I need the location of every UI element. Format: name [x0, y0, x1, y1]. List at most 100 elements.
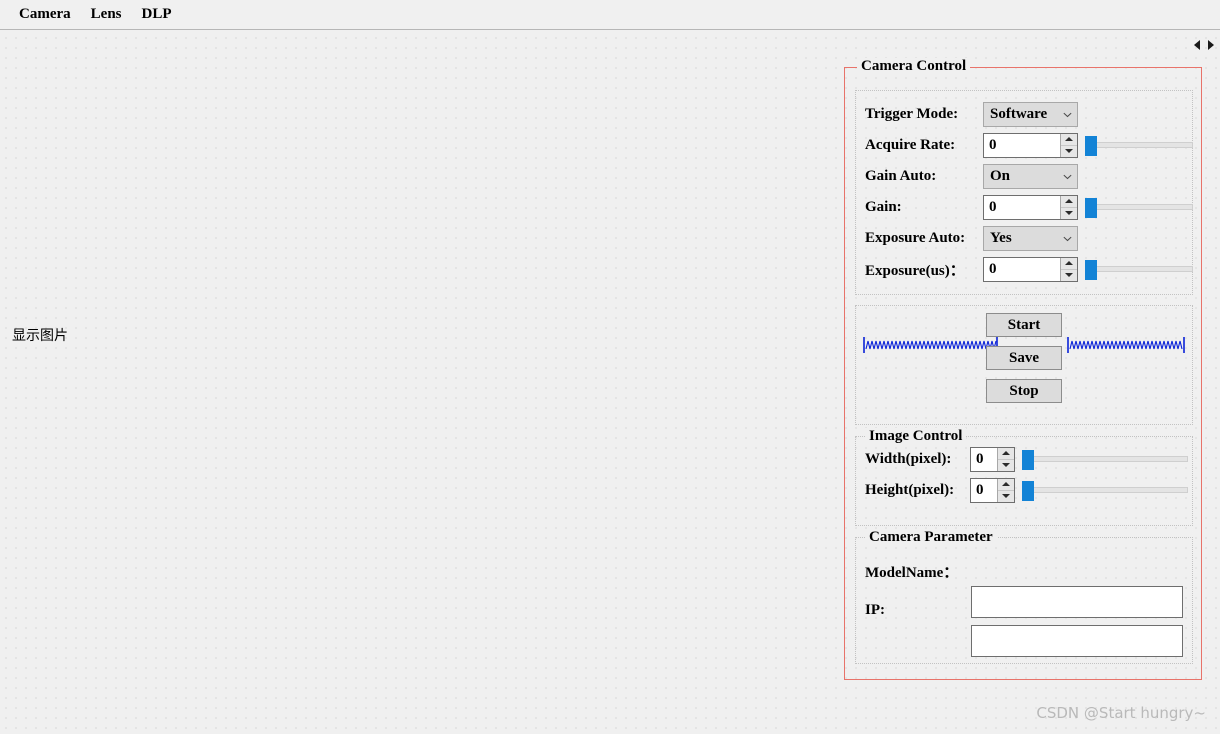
application-window: Camera Lens DLP 显示图片 Camera Control Trig…: [0, 0, 1220, 734]
gain-slider-track: [1094, 204, 1193, 210]
image-control-title: Image Control: [865, 428, 967, 445]
caret-up-icon: [1002, 451, 1010, 455]
row-acquire-rate: Acquire Rate: 0: [865, 132, 1193, 158]
exposure-us-spinbox[interactable]: 0: [983, 256, 1078, 282]
exposure-us-step-down[interactable]: [1061, 269, 1077, 281]
watermark: CSDN @Start hungry~: [1036, 704, 1206, 722]
chevron-down-icon: [1063, 236, 1072, 241]
height-stepper: [997, 478, 1014, 502]
caret-down-icon: [1065, 211, 1073, 215]
caret-down-icon: [1002, 494, 1010, 498]
row-modelname: ModelName：: [865, 554, 971, 588]
gain-spinbox[interactable]: 0: [983, 194, 1078, 220]
trigger-mode-value: Software: [990, 105, 1048, 122]
camera-parameter-title: Camera Parameter: [865, 529, 997, 546]
width-spinbox[interactable]: 0: [970, 446, 1015, 472]
width-slider[interactable]: [1022, 448, 1188, 470]
exposure-auto-label: Exposure Auto:: [865, 229, 966, 246]
arrow-left-icon[interactable]: [1194, 40, 1200, 50]
gain-value: 0: [989, 198, 997, 215]
ip-input[interactable]: [971, 625, 1183, 657]
height-slider[interactable]: [1022, 479, 1188, 501]
modelname-label: ModelName：: [865, 564, 959, 581]
width-step-up[interactable]: [998, 447, 1014, 460]
caret-down-icon: [1065, 149, 1073, 153]
row-gain: Gain: 0: [865, 194, 1193, 220]
trigger-mode-label: Trigger Mode:: [865, 105, 959, 122]
arrow-right-icon[interactable]: [1208, 40, 1214, 50]
form-design-canvas: 显示图片 Camera Control Trigger Mode: Softwa…: [0, 31, 1220, 734]
gain-auto-label: Gain Auto:: [865, 167, 937, 184]
gain-step-down[interactable]: [1061, 207, 1077, 219]
acquire-rate-value: 0: [989, 136, 997, 153]
height-label: Height(pixel):: [865, 481, 955, 498]
acquire-rate-stepper: [1060, 133, 1077, 157]
height-step-up[interactable]: [998, 478, 1014, 491]
row-width: Width(pixel): 0: [865, 446, 1188, 472]
acquire-rate-slider-track: [1094, 142, 1193, 148]
spacer-right: [1067, 336, 1185, 354]
menu-camera[interactable]: Camera: [10, 4, 80, 25]
row-ip: IP:: [865, 593, 971, 627]
acquire-rate-step-down[interactable]: [1061, 145, 1077, 157]
height-spinbox[interactable]: 0: [970, 477, 1015, 503]
acquire-rate-slider-handle[interactable]: [1085, 136, 1097, 156]
width-stepper: [997, 447, 1014, 471]
caret-up-icon: [1065, 199, 1073, 203]
exposure-us-label: Exposure(us)：: [865, 262, 965, 279]
width-slider-track: [1031, 456, 1188, 462]
camera-control-title: Camera Control: [857, 58, 971, 75]
spacer-left: [863, 336, 998, 354]
display-image-label: 显示图片: [12, 328, 68, 344]
height-step-down[interactable]: [998, 490, 1014, 502]
exposure-us-step-up[interactable]: [1061, 257, 1077, 270]
spacer-spring-icon: [863, 337, 998, 353]
caret-down-icon: [1002, 463, 1010, 467]
gain-label: Gain:: [865, 198, 902, 215]
caret-up-icon: [1002, 482, 1010, 486]
menu-lens[interactable]: Lens: [82, 4, 131, 25]
chevron-down-icon: [1063, 112, 1072, 117]
camera-control-panel: Camera Control Trigger Mode: Software Ac…: [844, 58, 1202, 680]
ip-label: IP:: [865, 601, 885, 618]
height-slider-track: [1031, 487, 1188, 493]
exposure-us-stepper: [1060, 257, 1077, 281]
trigger-mode-combo[interactable]: Software: [983, 101, 1078, 127]
gain-auto-value: On: [990, 167, 1011, 184]
row-height: Height(pixel): 0: [865, 477, 1188, 503]
spacer-spring-icon: [1067, 337, 1185, 353]
save-button[interactable]: Save: [986, 346, 1062, 370]
gain-stepper: [1060, 195, 1077, 219]
gain-slider[interactable]: [1085, 196, 1193, 218]
row-gain-auto: Gain Auto: On: [865, 163, 1078, 189]
caret-down-icon: [1065, 273, 1073, 277]
start-button[interactable]: Start: [986, 313, 1062, 337]
width-step-down[interactable]: [998, 459, 1014, 471]
height-slider-handle[interactable]: [1022, 481, 1034, 501]
caret-up-icon: [1065, 261, 1073, 265]
width-value: 0: [976, 450, 984, 467]
gain-auto-combo[interactable]: On: [983, 163, 1078, 189]
exposure-auto-combo[interactable]: Yes: [983, 225, 1078, 251]
acquire-rate-step-up[interactable]: [1061, 133, 1077, 146]
gain-step-up[interactable]: [1061, 195, 1077, 208]
width-slider-handle[interactable]: [1022, 450, 1034, 470]
acquire-rate-slider[interactable]: [1085, 134, 1193, 156]
exposure-us-slider-handle[interactable]: [1085, 260, 1097, 280]
gain-slider-handle[interactable]: [1085, 198, 1097, 218]
exposure-auto-value: Yes: [990, 229, 1012, 246]
stop-button[interactable]: Stop: [986, 379, 1062, 403]
exposure-us-slider-track: [1094, 266, 1193, 272]
height-value: 0: [976, 481, 984, 498]
acquire-rate-label: Acquire Rate:: [865, 136, 956, 153]
nav-arrows: [1194, 40, 1214, 50]
menu-dlp[interactable]: DLP: [133, 4, 181, 25]
menubar: Camera Lens DLP: [0, 0, 1220, 30]
exposure-us-slider[interactable]: [1085, 258, 1193, 280]
modelname-input[interactable]: [971, 586, 1183, 618]
caret-up-icon: [1065, 137, 1073, 141]
row-exposure-us: Exposure(us)： 0: [865, 256, 1193, 282]
acquire-rate-spinbox[interactable]: 0: [983, 132, 1078, 158]
chevron-down-icon: [1063, 174, 1072, 179]
row-trigger-mode: Trigger Mode: Software: [865, 101, 1078, 127]
